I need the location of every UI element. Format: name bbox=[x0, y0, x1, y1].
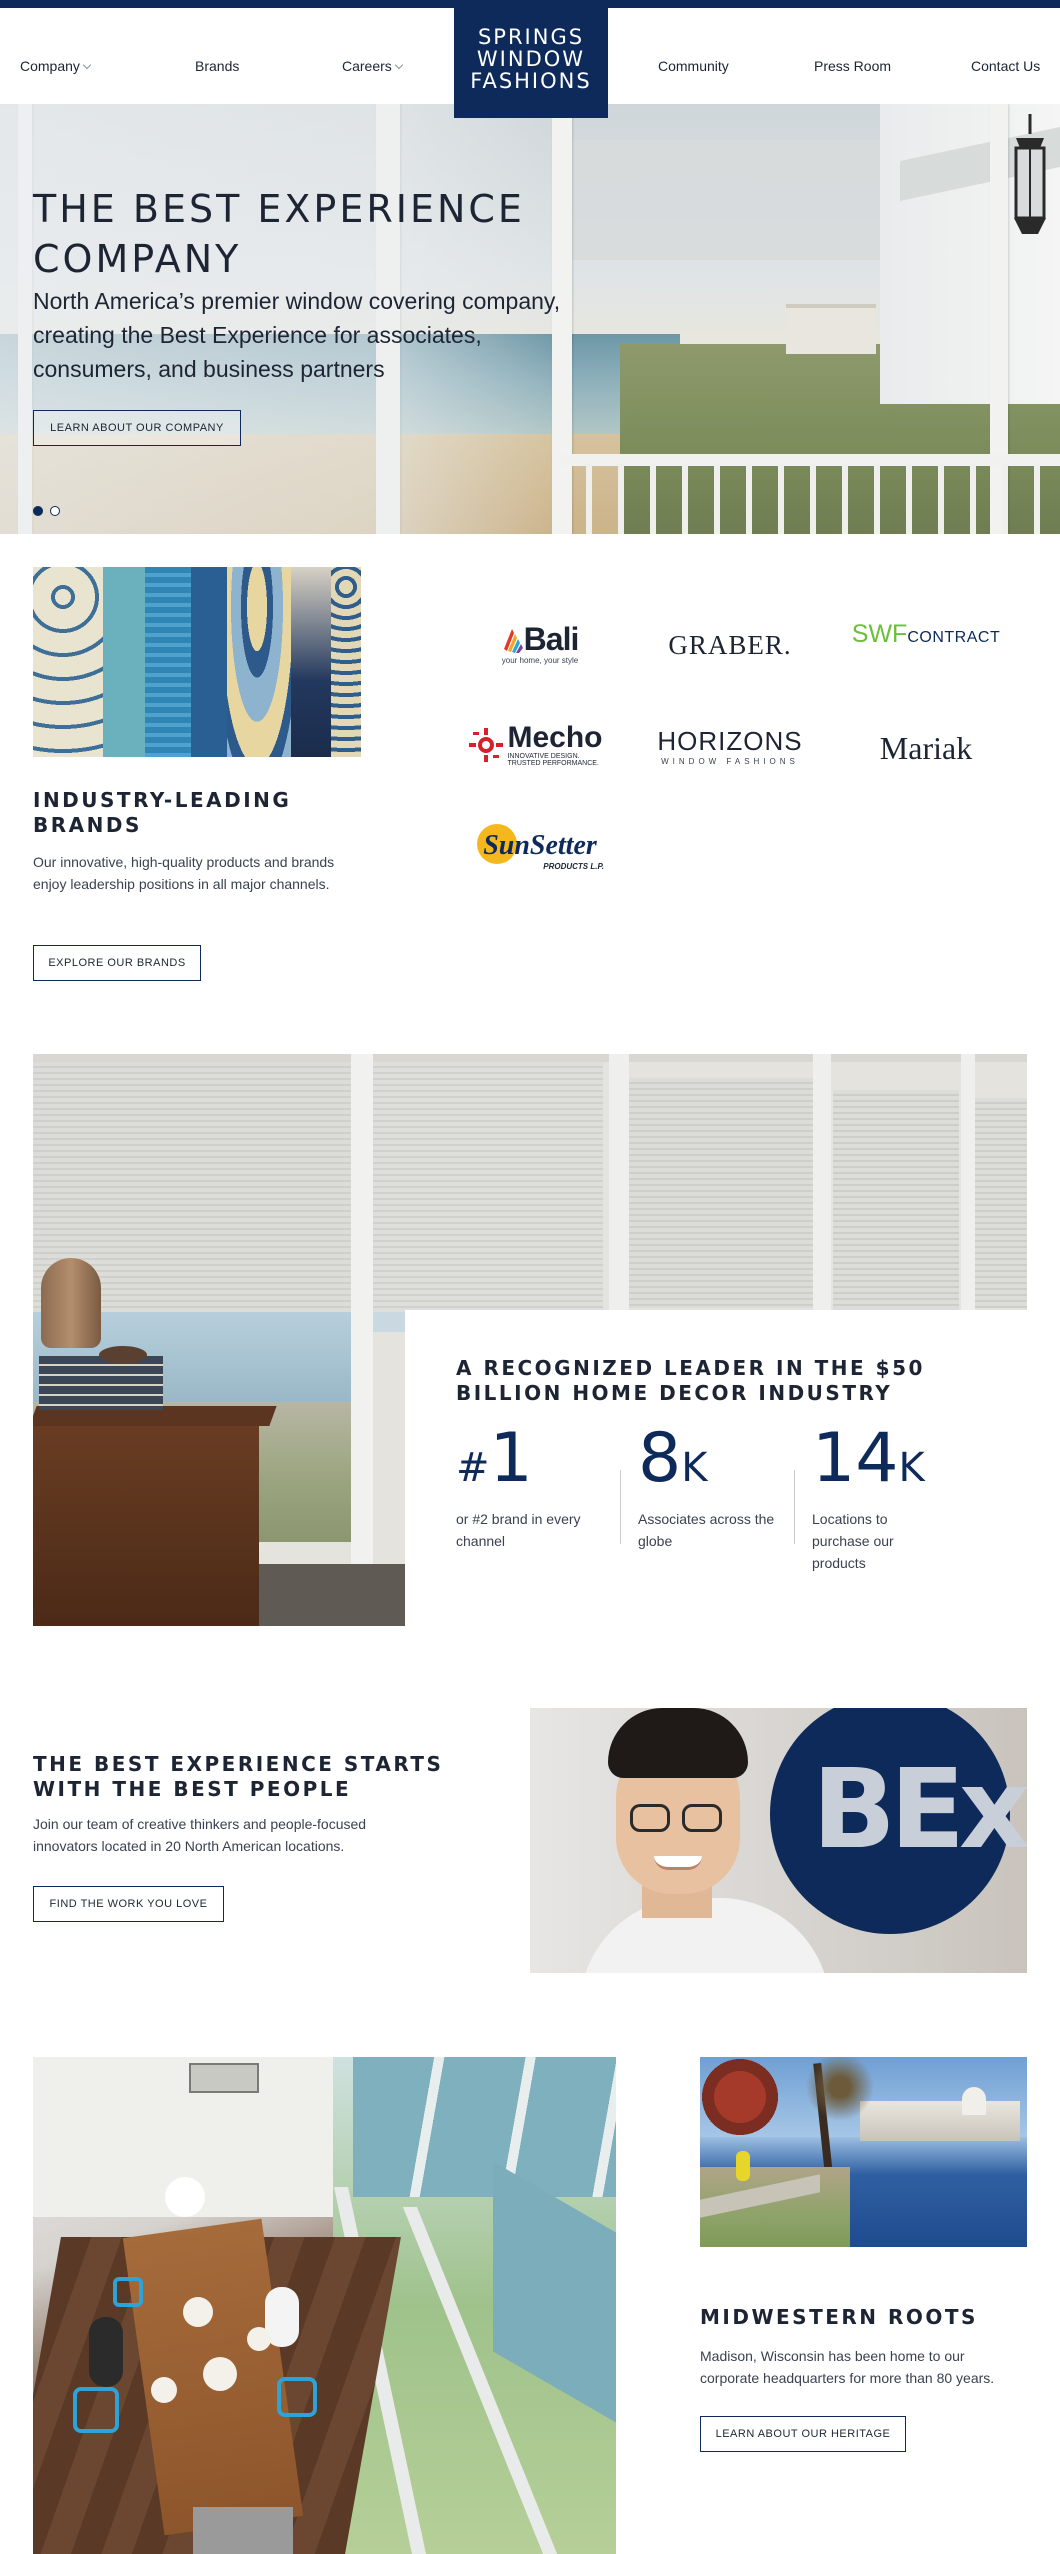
stat-divider bbox=[620, 1470, 621, 1544]
hero-title: THE BEST EXPERIENCE COMPANY bbox=[33, 184, 593, 284]
explore-brands-button[interactable]: EXPLORE OUR BRANDS bbox=[33, 945, 201, 981]
hero-carousel: THE BEST EXPERIENCE COMPANY North Americ… bbox=[0, 104, 1060, 534]
swf-contract-wordmark: CONTRACT bbox=[907, 629, 1001, 646]
bali-wordmark: Bali bbox=[523, 621, 580, 657]
horizons-tagline: WINDOW FASHIONS bbox=[661, 757, 799, 766]
stat-prefix: # bbox=[456, 1445, 490, 1491]
madison-lakeshore-image bbox=[700, 2057, 1027, 2247]
mecho-logo[interactable]: Mecho INNOVATIVE DESIGN. TRUSTED PERFORM… bbox=[456, 715, 616, 775]
heritage-section-title: MIDWESTERN ROOTS bbox=[700, 2305, 978, 2329]
fabric-swatches-image bbox=[33, 567, 361, 757]
nav-community[interactable]: Community bbox=[658, 58, 729, 74]
learn-about-heritage-button[interactable]: LEARN ABOUT OUR HERITAGE bbox=[700, 2416, 906, 2452]
nav-press-room[interactable]: Press Room bbox=[814, 58, 891, 74]
fabric-swatch bbox=[331, 567, 361, 757]
person-hair bbox=[608, 1708, 748, 1778]
brands-section-title: INDUSTRY-LEADING BRANDS bbox=[33, 788, 292, 837]
nav-company-label: Company bbox=[20, 58, 80, 74]
nav-contact-us[interactable]: Contact Us bbox=[971, 58, 1040, 74]
fabric-swatch bbox=[103, 567, 145, 757]
stat-suffix: K bbox=[898, 1445, 925, 1491]
associate-photo: BEx bbox=[530, 1708, 1027, 1973]
carousel-dot[interactable] bbox=[50, 506, 60, 516]
graber-logo[interactable]: GRABER. bbox=[655, 620, 805, 670]
stat-label-associates: Associates across the globe bbox=[638, 1511, 775, 1549]
stat-label-rank: or #2 brand in every channel bbox=[456, 1511, 581, 1549]
mecho-tagline: INNOVATIVE DESIGN. bbox=[507, 753, 580, 760]
chevron-down-icon bbox=[82, 60, 92, 70]
sunsetter-wordmark: SunSetter bbox=[483, 829, 597, 861]
mariak-logo[interactable]: Mariak bbox=[846, 720, 1006, 776]
graber-wordmark: GRABER. bbox=[668, 629, 792, 660]
fabric-swatch bbox=[227, 567, 291, 757]
stat-divider bbox=[794, 1470, 795, 1544]
site-logo[interactable]: SPRINGS WINDOW FASHIONS bbox=[454, 0, 608, 118]
people-section-body: Join our team of creative thinkers and p… bbox=[33, 1816, 367, 1854]
stat-number-locations: 14K bbox=[812, 1424, 925, 1503]
bali-tagline: your home, your style bbox=[501, 656, 579, 665]
chevron-down-icon bbox=[394, 60, 404, 70]
logo-line: SPRINGS bbox=[477, 25, 585, 49]
fabric-swatch bbox=[291, 567, 331, 757]
nav-careers[interactable]: Careers bbox=[342, 58, 404, 74]
bex-badge-text: BEx bbox=[812, 1745, 1027, 1873]
person-smile bbox=[654, 1856, 702, 1870]
swf-wordmark: SWF bbox=[851, 620, 908, 648]
glasses-icon bbox=[630, 1804, 670, 1832]
hero-subtitle: North America’s premier window covering … bbox=[33, 288, 561, 382]
stat-label-locations: Locations to purchase our products bbox=[812, 1511, 894, 1571]
logo-line: WINDOW bbox=[476, 47, 586, 71]
brands-section-body: Our innovative, high-quality products an… bbox=[33, 854, 335, 892]
dining-room-image bbox=[33, 2057, 616, 2554]
mecho-wordmark: Mecho bbox=[507, 721, 603, 754]
find-work-button[interactable]: FIND THE WORK YOU LOVE bbox=[33, 1886, 224, 1922]
nav-community-label: Community bbox=[658, 58, 729, 74]
logo-line: FASHIONS bbox=[470, 69, 592, 93]
mecho-sun-icon bbox=[469, 728, 504, 762]
bali-mark-icon bbox=[503, 628, 523, 653]
bali-logo[interactable]: Bali your home, your style bbox=[480, 615, 600, 671]
hero-title-line: THE BEST EXPERIENCE bbox=[33, 187, 525, 231]
nav-brands-label: Brands bbox=[195, 58, 240, 74]
stat-value: 8 bbox=[638, 1419, 682, 1498]
carousel-dot-active[interactable] bbox=[33, 506, 43, 516]
hero-image-railing bbox=[560, 464, 1060, 534]
stat-value: 1 bbox=[489, 1419, 533, 1498]
fabric-swatch bbox=[145, 567, 191, 757]
mariak-wordmark: Mariak bbox=[879, 729, 973, 766]
swf-contract-logo[interactable]: SWF CONTRACT bbox=[836, 620, 1016, 670]
horizons-logo[interactable]: HORIZONS WINDOW FASHIONS bbox=[655, 718, 805, 774]
nav-contact-us-label: Contact Us bbox=[971, 58, 1041, 74]
horizons-wordmark: HORIZONS bbox=[657, 726, 803, 756]
mecho-tagline: TRUSTED PERFORMANCE. bbox=[507, 760, 599, 767]
nav-company[interactable]: Company bbox=[20, 58, 92, 74]
fabric-swatch bbox=[191, 567, 227, 757]
lantern-icon bbox=[1014, 114, 1046, 234]
sunsetter-tagline: PRODUCTS L.P. bbox=[543, 861, 604, 871]
stat-suffix: K bbox=[681, 1445, 708, 1491]
glasses-icon bbox=[682, 1804, 722, 1832]
nav-brands[interactable]: Brands bbox=[195, 58, 239, 74]
hero-title-line: COMPANY bbox=[33, 237, 242, 281]
hero-image-buildings bbox=[786, 304, 876, 354]
fabric-swatch bbox=[33, 567, 103, 757]
learn-about-company-button[interactable]: LEARN ABOUT OUR COMPANY bbox=[33, 410, 241, 446]
stat-number-rank: #1 bbox=[456, 1424, 533, 1503]
stat-number-associates: 8K bbox=[638, 1424, 708, 1503]
people-section-title: THE BEST EXPERIENCE STARTS WITH THE BEST… bbox=[33, 1752, 444, 1801]
nav-press-room-label: Press Room bbox=[814, 58, 892, 74]
nav-careers-label: Careers bbox=[342, 58, 392, 74]
heritage-section-body: Madison, Wisconsin has been home to our … bbox=[700, 2348, 995, 2386]
sunsetter-logo[interactable]: SunSetter PRODUCTS L.P. bbox=[470, 820, 610, 880]
leader-section-title: A RECOGNIZED LEADER IN THE $50 BILLION H… bbox=[456, 1356, 925, 1405]
stat-value: 14 bbox=[812, 1419, 899, 1498]
